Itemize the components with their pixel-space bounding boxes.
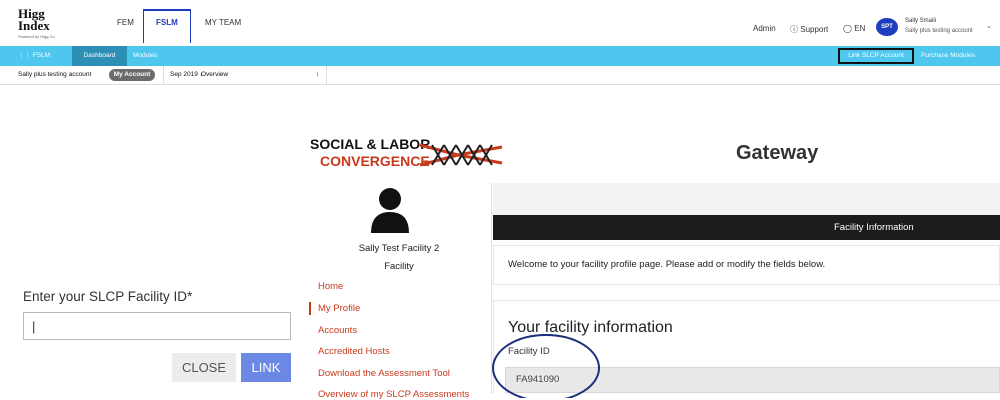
dashboard-tab[interactable]: Dashboard [72,46,127,66]
logo-text: Higg Index [18,6,50,33]
gateway-title: Gateway [736,142,819,164]
slcp-logo-line2: CONVERGENCE [320,153,430,169]
slcp-logo-line1: SOCIAL & LABOR [310,136,431,152]
menu-item-accredited-hosts[interactable]: Accredited Hosts [318,346,390,357]
module-bar: ⋮⋮ FSLM Dashboard Modules Link SLCP Acco… [0,46,1000,66]
content-header-spacer [493,183,1000,215]
my-account-badge[interactable]: My Account [109,69,155,81]
slcp-logo-mark-icon [419,143,503,167]
modules-tab[interactable]: Modules [133,46,158,66]
link-button[interactable]: LINK [241,353,291,382]
user-name[interactable]: Sally Smaili [905,18,936,24]
divider [163,66,164,85]
support-label: Support [800,25,829,34]
top-navigation: Higg Index Powered by Higg Co FEM FSLM M… [0,0,1000,46]
support-link[interactable]: ⓘ Support [790,24,828,35]
admin-link[interactable]: Admin [753,24,776,33]
updown-icon[interactable]: ↕ [316,71,319,78]
chevron-down-icon[interactable]: ⌄ [986,22,992,30]
highlight-circle-annotation [492,334,600,398]
section-bar [493,215,1000,240]
tab-fem[interactable]: FEM [117,18,134,27]
purchase-modules-button[interactable]: Purchase Modules [921,46,975,66]
help-circle-icon: ⓘ [790,25,798,34]
language-label: EN [854,24,866,33]
welcome-text: Welcome to your facility profile page. P… [508,259,826,270]
section-bar-title: Facility Information [834,222,914,233]
menu-item-overview-assessments[interactable]: Overview of my SLCP Assessments [318,389,469,400]
module-name: FSLM [32,52,51,59]
grid-icon: ⋮⋮ [18,52,33,59]
language-selector[interactable]: ◯ EN [843,24,865,33]
facility-type: Facility [384,261,414,272]
facility-name: Sally Test Facility 2 [358,243,440,254]
module-switcher[interactable]: ⋮⋮ FSLM [8,46,66,66]
tab-fslm[interactable]: FSLM [156,18,178,27]
menu-item-my-profile[interactable]: My Profile [318,303,360,314]
slcp-id-label: Enter your SLCP Facility ID* [23,289,193,304]
menu-item-home[interactable]: Home [318,281,343,292]
menu-item-accounts[interactable]: Accounts [318,325,357,336]
account-name: Sally plus testing account [18,71,92,78]
period-value: Sep 2019 [170,71,198,78]
active-menu-indicator [309,302,311,315]
slcp-id-input[interactable] [23,312,291,340]
account-sub-bar: Sally plus testing account My Account Se… [0,66,1000,85]
higg-index-logo[interactable]: Higg Index Powered by Higg Co [18,6,64,39]
user-silhouette-icon [371,188,409,233]
menu-item-download-tool[interactable]: Download the Assessment Tool [318,368,450,379]
tab-my-team[interactable]: MY TEAM [205,18,241,27]
divider [326,66,327,85]
view-select-label[interactable]: Overview [201,71,228,78]
avatar[interactable]: SPT [876,18,898,36]
period-select[interactable]: Sep 2019 ↕ [170,71,203,78]
close-button[interactable]: CLOSE [172,353,236,382]
logo-subtext: Powered by Higg Co [18,34,55,39]
user-account[interactable]: Sally plus testing account [905,28,973,34]
globe-icon: ◯ [843,24,852,33]
link-slcp-account-button[interactable]: Link SLCP Account [838,48,914,64]
